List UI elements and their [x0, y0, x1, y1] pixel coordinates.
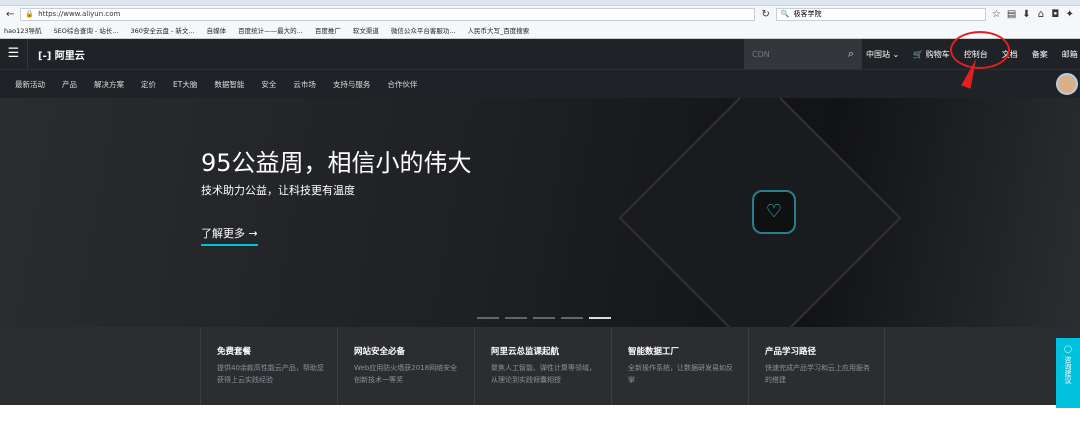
feedback-button[interactable]: ◯ 咨询建议 — [1056, 338, 1080, 408]
region-select[interactable]: 中国站 ⌄ — [866, 49, 899, 60]
lock-icon: 🔒 — [25, 10, 35, 18]
search-icon[interactable]: ⌕ — [848, 47, 854, 61]
mail-link[interactable]: 邮箱 — [1062, 49, 1078, 60]
site-search-input[interactable]: CDN ⌕ — [744, 39, 862, 69]
back-icon[interactable]: ← — [6, 9, 14, 20]
nav-item[interactable]: 最新活动 — [15, 79, 45, 90]
nav-item[interactable]: 数据智能 — [214, 79, 244, 90]
star-icon[interactable]: ☆ — [992, 9, 1001, 20]
feedback-label: 咨询建议 — [1064, 356, 1072, 384]
card-desc: Web应用防火墙获2018网络安全创新技术一等奖 — [354, 364, 458, 384]
reload-icon[interactable]: ↻ — [761, 9, 769, 20]
region-label: 中国站 — [866, 49, 890, 59]
menu-icon[interactable]: ☰ — [0, 39, 28, 69]
card-title: 免费套餐 — [217, 347, 252, 357]
extension-icon[interactable]: ✦ — [1066, 9, 1074, 20]
promo-card[interactable]: 阿里云总监课起航聚焦人工智能、弹性计算等领域，从理论到实践倾囊相授 — [474, 327, 611, 405]
browser-search[interactable]: 🔍 极客学院 — [775, 7, 986, 21]
carousel-dot[interactable] — [505, 317, 527, 319]
cart-icon: 🛒 — [913, 49, 924, 59]
carousel-dot[interactable] — [561, 317, 583, 319]
card-title: 网站安全必备 — [354, 347, 406, 357]
home-icon[interactable]: ⌂ — [1037, 9, 1045, 20]
cart-link[interactable]: 🛒 购物车 — [913, 49, 950, 60]
browser-search-value: 极客学院 — [793, 10, 822, 18]
library-icon[interactable]: ▤ — [1007, 9, 1016, 20]
search-placeholder: CDN — [752, 49, 770, 59]
bookmark[interactable]: 360安全云盘 - 新文... — [131, 25, 195, 35]
card-desc: 聚焦人工智能、弹性计算等领域，从理论到实践倾囊相授 — [491, 364, 596, 384]
hero-subtitle: 技术助力公益，让科技更有温度 — [201, 184, 355, 197]
carousel-dot[interactable] — [533, 317, 555, 319]
logo[interactable]: [-] 阿里云 — [38, 47, 85, 62]
chat-icon: ◯ — [1064, 345, 1072, 353]
url-text: https://www.aliyun.com — [38, 10, 121, 18]
nav-item[interactable]: 合作伙伴 — [387, 79, 417, 90]
card-title: 阿里云总监课起航 — [491, 347, 560, 357]
download-icon[interactable]: ⬇ — [1022, 9, 1030, 20]
bookmark[interactable]: 软文渠道 — [353, 25, 379, 35]
card-desc: 快速完成产品学习和云上应用服务的搭建 — [765, 364, 870, 384]
nav-item[interactable]: 支持与服务 — [333, 79, 371, 90]
learn-more-link[interactable]: 了解更多 → — [201, 225, 258, 246]
annotation-circle — [950, 31, 1010, 69]
card-title: 产品学习路径 — [765, 347, 817, 357]
pocket-icon[interactable]: ◘ — [1051, 9, 1059, 20]
carousel-dot-active[interactable] — [589, 317, 611, 319]
bookmark[interactable]: hao123导航 — [4, 25, 42, 35]
bookmark[interactable]: 百度统计——最大的... — [238, 25, 303, 35]
nav-item[interactable]: 解决方案 — [94, 79, 124, 90]
search-icon: 🔍 — [780, 10, 790, 18]
avatar[interactable] — [1056, 73, 1078, 95]
promo-card[interactable]: 智能数据工厂全新操作系统，让数据研发易如反掌 — [611, 327, 748, 405]
bookmark[interactable]: 百度推广 — [315, 25, 341, 35]
nav-item[interactable]: 定价 — [141, 79, 156, 90]
main-nav: 最新活动 产品 解决方案 定价 ET大脑 数据智能 安全 云市场 支持与服务 合… — [0, 69, 1080, 98]
bookmarks-bar: hao123导航 SEO综合查询 - 站长... 360安全云盘 - 新文...… — [0, 22, 1080, 39]
hero-banner: ♡ 95公益周，相信小的伟大 技术助力公益，让科技更有温度 了解更多 → — [0, 98, 1080, 327]
bookmark[interactable]: 微信公众平台客服功... — [391, 25, 456, 35]
heart-icon: ♡ — [752, 190, 796, 234]
hero-title: 95公益周，相信小的伟大 — [201, 149, 472, 177]
nav-item[interactable]: 安全 — [261, 79, 276, 90]
browser-toolbar: ← 🔒 https://www.aliyun.com ↻ 🔍 极客学院 ☆ ▤ ⬇ … — [0, 6, 1080, 22]
bookmark[interactable]: 人民币大写_百度搜索 — [468, 25, 530, 35]
nav-item[interactable]: ET大脑 — [173, 79, 197, 90]
card-desc: 提供40余款高性能云产品，帮助您获得上云实践经验 — [217, 364, 324, 384]
promo-cards: 免费套餐提供40余款高性能云产品，帮助您获得上云实践经验 网站安全必备 Web应用… — [0, 327, 1080, 405]
carousel-dots — [477, 317, 611, 319]
beian-link[interactable]: 备案 — [1032, 49, 1048, 60]
chevron-down-icon: ⌄ — [892, 49, 900, 59]
promo-card[interactable]: 产品学习路径快速完成产品学习和云上应用服务的搭建 — [748, 327, 885, 405]
card-title: 智能数据工厂 — [628, 347, 680, 357]
promo-card[interactable]: 免费套餐提供40余款高性能云产品，帮助您获得上云实践经验 — [200, 327, 337, 405]
logo-text: 阿里云 — [54, 50, 85, 62]
site-header: ☰ [-] 阿里云 CDN ⌕ 中国站 ⌄ 🛒 购物车 控制台 文档 备案 邮箱 — [0, 39, 1080, 69]
bookmark[interactable]: SEO综合查询 - 站长... — [54, 25, 119, 35]
nav-item[interactable]: 产品 — [62, 79, 77, 90]
promo-card[interactable]: 网站安全必备 Web应用防火墙获2018网络安全创新技术一等奖 — [337, 327, 474, 405]
bookmark[interactable]: 自媒体 — [207, 25, 227, 35]
address-bar[interactable]: 🔒 https://www.aliyun.com — [20, 7, 756, 21]
cart-label: 购物车 — [925, 49, 950, 59]
nav-item[interactable]: 云市场 — [293, 79, 316, 90]
card-desc: 全新操作系统，让数据研发易如反掌 — [628, 364, 733, 384]
carousel-dot[interactable] — [477, 317, 499, 319]
